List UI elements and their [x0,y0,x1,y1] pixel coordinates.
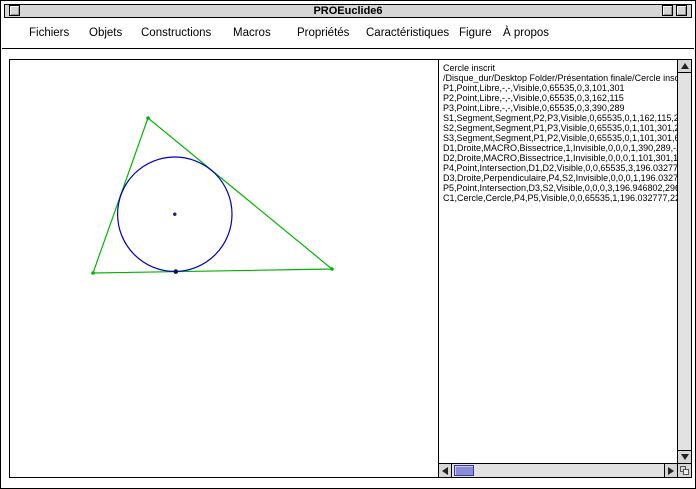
scroll-down-arrow-icon[interactable] [678,450,691,463]
triangle[interactable] [93,118,332,273]
list-item: P5,Point,Intersection,D3,S2,Visible,0,0,… [443,183,677,193]
app-window: PROEuclide6 Fichiers Objets Construction… [0,0,696,489]
list-item: D1,Droite,MACRO,Bissectrice,1,Invisible,… [443,143,677,153]
menu-caracteristiques[interactable]: Caractéristiques [366,18,449,48]
tangent-point[interactable] [174,269,179,274]
drawing-canvas[interactable] [10,60,439,477]
figure-svg [10,60,438,479]
titlebar[interactable]: PROEuclide6 [4,4,692,18]
menu-macros[interactable]: Macros [233,18,271,48]
list-item: S2,Segment,Segment,P1,P3,Visible,0,65535… [443,123,677,133]
menu-a-propos[interactable]: À propos [503,18,549,48]
list-item: P2,Point,Libre,-,-,Visible,0,65535,0,3,1… [443,93,677,103]
content-area: Cercle inscrit /Disque_dur/Desktop Folde… [9,59,692,478]
scroll-up-arrow-icon[interactable] [678,60,691,73]
collapse-box-icon[interactable] [676,5,687,16]
list-item: P4,Point,Intersection,D1,D2,Visible,0,0,… [443,163,677,173]
vertex-point-p1[interactable] [91,271,95,275]
horizontal-scrollbar[interactable] [439,463,677,477]
menu-fichiers[interactable]: Fichiers [29,18,69,48]
incenter-point[interactable] [173,213,176,216]
menu-proprietes[interactable]: Propriétés [297,18,349,48]
vertical-scrollbar[interactable] [677,60,691,477]
zoom-box-icon[interactable] [662,5,673,16]
list-item: C1,Cercle,Cercle,P4,P5,Visible,0,0,65535… [443,193,677,203]
list-file-path: /Disque_dur/Desktop Folder/Présentation … [443,73,677,83]
construction-list: Cercle inscrit /Disque_dur/Desktop Folde… [439,60,677,463]
menu-figure[interactable]: Figure [459,18,492,48]
horizontal-scroll-thumb[interactable] [454,465,474,476]
list-item: S1,Segment,Segment,P2,P3,Visible,0,65535… [443,113,677,123]
list-item: D3,Droite,Perpendiculaire,P4,S2,Invisibl… [443,173,677,183]
scroll-left-arrow-icon[interactable] [439,464,452,477]
menu-constructions[interactable]: Constructions [141,18,211,48]
menu-objets[interactable]: Objets [89,18,122,48]
menubar: Fichiers Objets Constructions Macros Pro… [2,18,694,49]
grow-box[interactable] [677,463,691,477]
vertex-point-p3[interactable] [330,267,334,271]
scroll-right-arrow-icon[interactable] [664,464,677,477]
list-item: D2,Droite,MACRO,Bissectrice,1,Invisible,… [443,153,677,163]
window-title: PROEuclide6 [5,5,691,17]
list-item: S3,Segment,Segment,P1,P2,Visible,0,65535… [443,133,677,143]
list-item: P1,Point,Libre,-,-,Visible,0,65535,0,3,1… [443,83,677,93]
list-item: P3,Point,Libre,-,-,Visible,0,65535,0,3,3… [443,103,677,113]
resize-icon [680,466,689,475]
vertex-point-p2[interactable] [146,116,150,120]
list-title: Cercle inscrit [443,63,677,73]
